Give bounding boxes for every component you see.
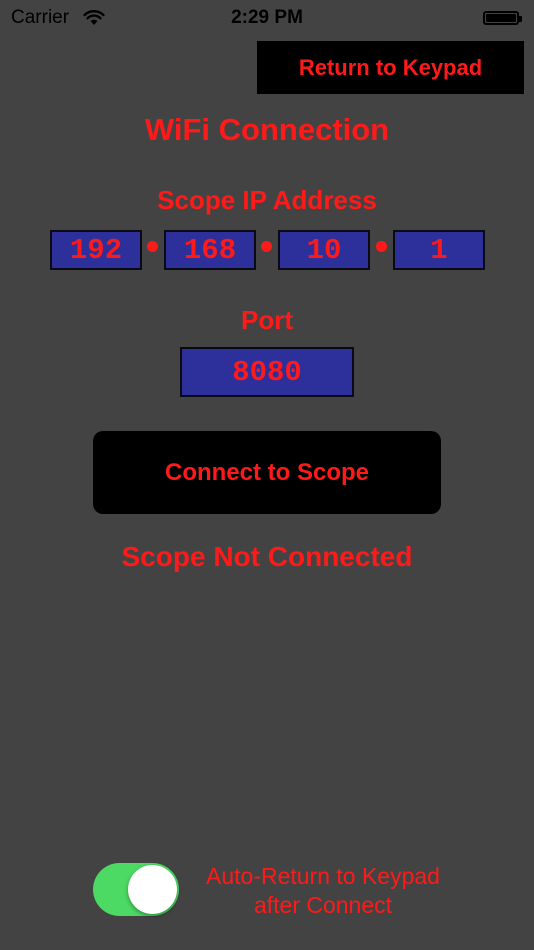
connect-to-scope-button[interactable]: Connect to Scope <box>93 431 441 514</box>
battery-full-icon <box>483 11 522 25</box>
port-field[interactable]: 8080 <box>180 347 354 397</box>
ip-separator-dot <box>261 241 272 252</box>
connection-status-text: Scope Not Connected <box>121 541 413 572</box>
ip-separator-dot <box>376 241 387 252</box>
auto-return-label-line1: Auto-Return to Keypad <box>206 863 440 889</box>
return-to-keypad-button[interactable]: Return to Keypad <box>257 41 524 94</box>
ip-separator-dot <box>147 241 158 252</box>
ip-octet-4-field[interactable]: 1 <box>393 230 485 270</box>
page-title: WiFi Connection <box>144 112 390 147</box>
ip-octet-3-field[interactable]: 10 <box>278 230 370 270</box>
auto-return-label-line2: after Connect <box>253 892 393 918</box>
auto-return-label: Auto-Return to Keypad after Connect <box>186 862 460 920</box>
ip-octet-1-field[interactable]: 192 <box>50 230 142 270</box>
port-label: Port <box>241 305 293 335</box>
ip-address-label: Scope IP Address <box>157 185 377 215</box>
ip-octet-2-field[interactable]: 168 <box>164 230 256 270</box>
clock: 2:29 PM <box>231 7 303 28</box>
auto-return-toggle[interactable] <box>93 863 179 916</box>
toggle-knob <box>128 865 177 914</box>
status-bar: Carrier 2:29 PM <box>0 0 534 40</box>
